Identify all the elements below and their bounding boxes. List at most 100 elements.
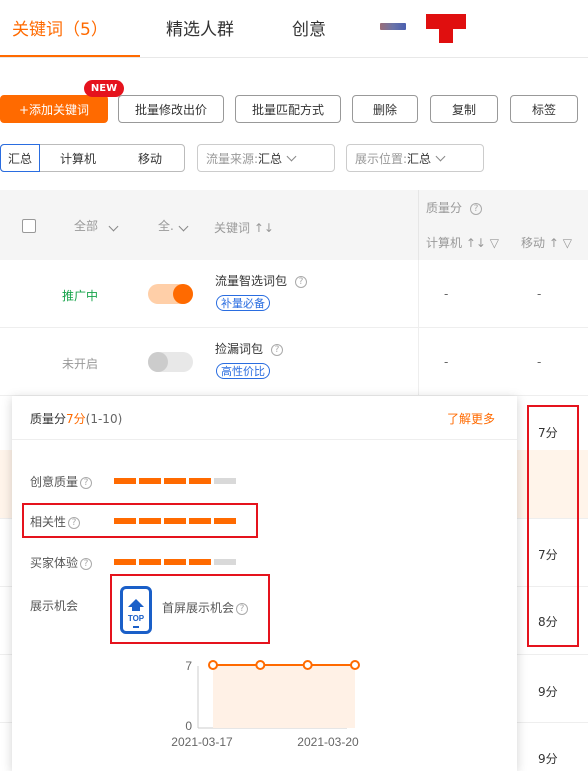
highlight-box-mobile-scores [527,405,579,647]
highlight-box-relevance [22,503,258,538]
tab-bar: 关键词（5） 精选人群 创意 [0,0,588,58]
quality-score-popup: 质量分7分(1-10) 了解更多 创意质量? 相关性? 买家体验? 展示机会 T… [12,396,517,771]
status-filter-label: 全部 [74,219,99,233]
table-header: 全部 全. 关键词 ↑↓ 质量分? 计算机 ↑↓ ▽ 移动 ↑ ▽ [0,190,588,260]
table-row: 推广中 流量智选词包? 补量必备 - - [0,260,588,328]
metric-segment [139,559,161,565]
copy-button[interactable]: 复制 [430,95,498,123]
y-axis-max-label: 7 [185,659,192,673]
batch-match-button[interactable]: 批量匹配方式 [235,95,341,123]
keyword-name-text: 捡漏词包 [215,342,264,356]
popup-title: 质量分7分(1-10) [30,410,122,427]
chevron-down-icon [286,151,297,161]
series-area [213,665,355,728]
status-text: 推广中 [62,289,99,303]
help-icon[interactable]: ? [271,343,284,356]
switch-filter-label: 全. [158,219,174,233]
metric-segment [139,478,161,484]
metric-segment [164,559,186,565]
metric-segment [164,478,186,484]
add-keyword-button[interactable]: +添加关键词 [0,95,108,123]
sort-icon[interactable]: ↑↓ [254,221,274,235]
batch-bid-button[interactable]: 批量修改出价 [118,95,224,123]
metric-label: 买家体验 [30,556,79,570]
tab-audience[interactable]: 精选人群 [166,15,234,40]
seg-mobile[interactable]: 移动 [116,145,184,171]
metric-segment [214,559,236,565]
enable-toggle[interactable] [148,284,193,304]
pc-score: - [444,287,449,301]
display-position-value: 汇总 [407,151,432,166]
display-position-label: 展示位置: [355,151,408,166]
redacted-mark [426,14,466,29]
x-axis-end-label: 2021-03-20 [297,735,359,749]
mobile-score: 9分 [538,685,558,699]
chevron-down-icon [108,221,119,232]
traffic-source-value: 汇总 [258,151,283,166]
keyword-tag: 高性价比 [216,363,270,379]
metric-label: 创意质量 [30,475,79,489]
device-segment: 汇总 计算机 移动 [0,144,185,172]
mobile-score: - [537,355,542,369]
chevron-down-icon [178,221,189,232]
column-divider [418,190,419,260]
chevron-down-icon [435,151,446,161]
keyword-name-text: 流量智选词包 [215,274,288,288]
learn-more-link[interactable]: 了解更多 [447,410,495,427]
quality-score-trend-chart: 7 0 2021-03-17 2021-03-20 [171,659,360,749]
metric-bar-creative-quality [114,478,236,484]
switch-filter[interactable]: 全. [158,217,189,234]
mobile-score-header[interactable]: 移动 ↑ ▽ [521,234,572,251]
toggle-knob [173,284,193,304]
metric-segment [114,559,136,565]
seg-all[interactable]: 汇总 [0,144,40,172]
keyword-column-header[interactable]: 关键词 ↑↓ [214,219,274,236]
highlight-box-exposure [110,574,270,644]
enable-toggle[interactable] [148,352,193,372]
metric-buyer-experience: 买家体验? [30,554,93,571]
display-position-dropdown[interactable]: 展示位置: 汇总 [346,144,484,172]
popup-title-value: 7分 [66,412,86,426]
metric-segment [114,478,136,484]
toggle-knob [148,352,168,372]
redacted-tab[interactable] [380,23,406,30]
metric-bar-buyer-experience [114,559,236,565]
pc-score-header[interactable]: 计算机 ↑↓ ▽ [426,234,499,251]
new-badge: NEW [84,80,124,97]
tag-button[interactable]: 标签 [510,95,578,123]
status-filter[interactable]: 全部 [74,217,119,234]
pc-score: - [444,355,449,369]
keyword-header-label: 关键词 [214,221,251,235]
select-all-checkbox[interactable] [22,219,36,233]
keyword-tag: 补量必备 [216,295,270,311]
quality-score-header: 质量分? [426,199,483,216]
keyword-name[interactable]: 捡漏词包? [215,340,284,357]
popup-header: 质量分7分(1-10) 了解更多 [12,396,517,440]
metric-creative-quality: 创意质量? [30,473,93,490]
tab-creative[interactable]: 创意 [292,15,326,40]
popup-title-prefix: 质量分 [30,412,67,426]
column-divider [418,260,419,328]
y-axis-min-label: 0 [185,719,192,733]
tab-keywords[interactable]: 关键词（5） [12,15,108,40]
pc-header-label: 计算机 [426,236,463,250]
mobile-header-label: 移动 [521,236,546,250]
help-icon[interactable]: ? [80,476,93,489]
active-tab-indicator [0,55,140,57]
keyword-name[interactable]: 流量智选词包? [215,272,308,289]
popup-title-range: (1-10) [85,412,123,426]
help-icon[interactable]: ? [470,202,483,215]
data-point [350,660,360,670]
metric-segment [214,478,236,484]
data-point [302,660,313,670]
redacted-mark-stem [439,29,453,43]
status-text: 未开启 [62,357,99,371]
help-icon[interactable]: ? [80,557,93,570]
delete-button[interactable]: 删除 [352,95,418,123]
help-icon[interactable]: ? [295,275,308,288]
mobile-score: - [537,287,542,301]
seg-pc[interactable]: 计算机 [40,145,116,171]
x-axis-start-label: 2021-03-17 [171,735,233,749]
exposure-label: 展示机会 [30,599,79,613]
traffic-source-dropdown[interactable]: 流量来源: 汇总 [197,144,335,172]
